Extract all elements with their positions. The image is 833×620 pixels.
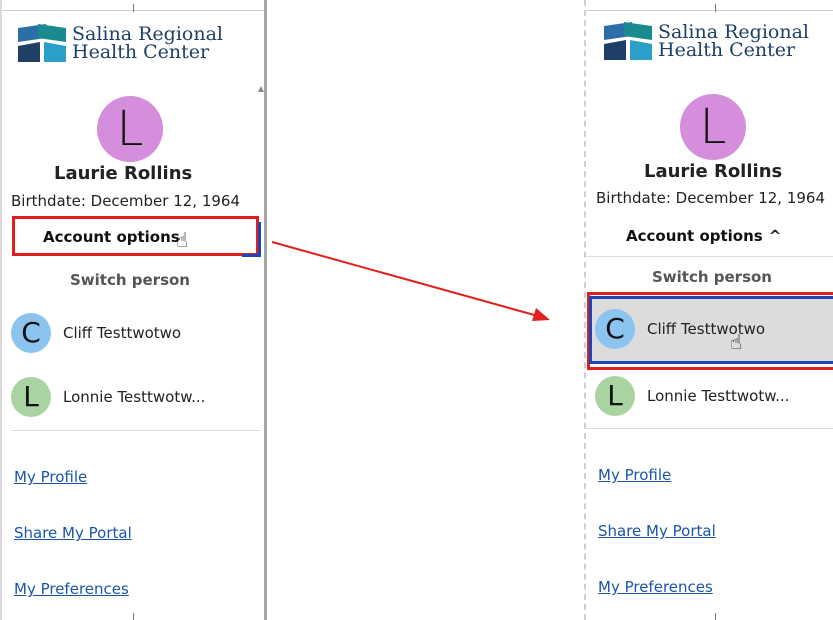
patient-birthdate: Birthdate: December 12, 1964 bbox=[596, 189, 826, 207]
share-my-portal-link[interactable]: Share My Portal bbox=[598, 522, 716, 540]
ruler-tick bbox=[133, 4, 134, 12]
logo-text: Salina Regional Health Center bbox=[72, 25, 223, 63]
transition-arrow-icon bbox=[271, 241, 550, 321]
brand-line-2: Health Center bbox=[658, 39, 796, 61]
patient-avatar: L bbox=[680, 94, 746, 160]
share-my-portal-link[interactable]: Share My Portal bbox=[14, 524, 132, 542]
switch-person-label: Switch person bbox=[70, 271, 190, 289]
section-divider bbox=[586, 256, 833, 257]
person-item[interactable]: L Lonnie Testtwotw... bbox=[595, 376, 789, 416]
person-name: Lonnie Testtwotw... bbox=[647, 387, 790, 405]
person-avatar: C bbox=[595, 309, 635, 349]
ruler-tick bbox=[715, 613, 716, 620]
person-avatar: C bbox=[11, 313, 51, 353]
section-divider bbox=[586, 428, 833, 429]
my-profile-link[interactable]: My Profile bbox=[598, 466, 671, 484]
person-name: Lonnie Testtwotw... bbox=[63, 388, 206, 406]
logo-icon bbox=[18, 24, 66, 62]
scroll-up-icon[interactable] bbox=[258, 86, 264, 92]
menu-after-panel: Salina Regional Health Center L Laurie R… bbox=[584, 0, 833, 620]
patient-name: Laurie Rollins bbox=[54, 163, 193, 184]
person-item[interactable]: C Cliff Testtwotwo bbox=[11, 313, 181, 353]
account-options-button[interactable]: Account options ^ bbox=[626, 227, 781, 245]
hand-pointer-icon: ☝ bbox=[730, 330, 743, 354]
switch-person-label: Switch person bbox=[652, 268, 772, 286]
my-profile-link[interactable]: My Profile bbox=[14, 468, 87, 486]
chevron-up-icon: ^ bbox=[768, 227, 782, 245]
person-item[interactable]: L Lonnie Testtwotw... bbox=[11, 377, 205, 417]
brand-logo: Salina Regional Health Center bbox=[18, 24, 223, 62]
logo-text: Salina Regional Health Center bbox=[658, 23, 809, 61]
my-preferences-link[interactable]: My Preferences bbox=[14, 580, 129, 598]
menu-before-panel: Salina Regional Health Center L Laurie R… bbox=[0, 0, 267, 620]
brand-line-2: Health Center bbox=[72, 41, 210, 63]
hand-pointer-icon: ☝ bbox=[176, 228, 189, 252]
person-name: Cliff Testtwotwo bbox=[647, 320, 766, 338]
logo-icon bbox=[604, 22, 652, 60]
patient-birthdate: Birthdate: December 12, 1964 bbox=[11, 192, 241, 210]
patient-name: Laurie Rollins bbox=[644, 161, 783, 182]
highlight-blue-box bbox=[242, 222, 261, 257]
person-name: Cliff Testtwotwo bbox=[63, 324, 182, 342]
brand-logo: Salina Regional Health Center bbox=[604, 22, 809, 60]
section-divider bbox=[11, 430, 261, 431]
account-options-label: Account options bbox=[626, 227, 763, 245]
ruler-tick bbox=[715, 4, 716, 12]
person-avatar: L bbox=[11, 377, 51, 417]
person-avatar: L bbox=[595, 376, 635, 416]
my-preferences-link[interactable]: My Preferences bbox=[598, 578, 713, 596]
top-divider bbox=[586, 10, 833, 11]
patient-avatar: L bbox=[97, 96, 163, 162]
ruler-tick bbox=[133, 613, 134, 620]
account-options-button[interactable]: Account options bbox=[43, 228, 180, 246]
